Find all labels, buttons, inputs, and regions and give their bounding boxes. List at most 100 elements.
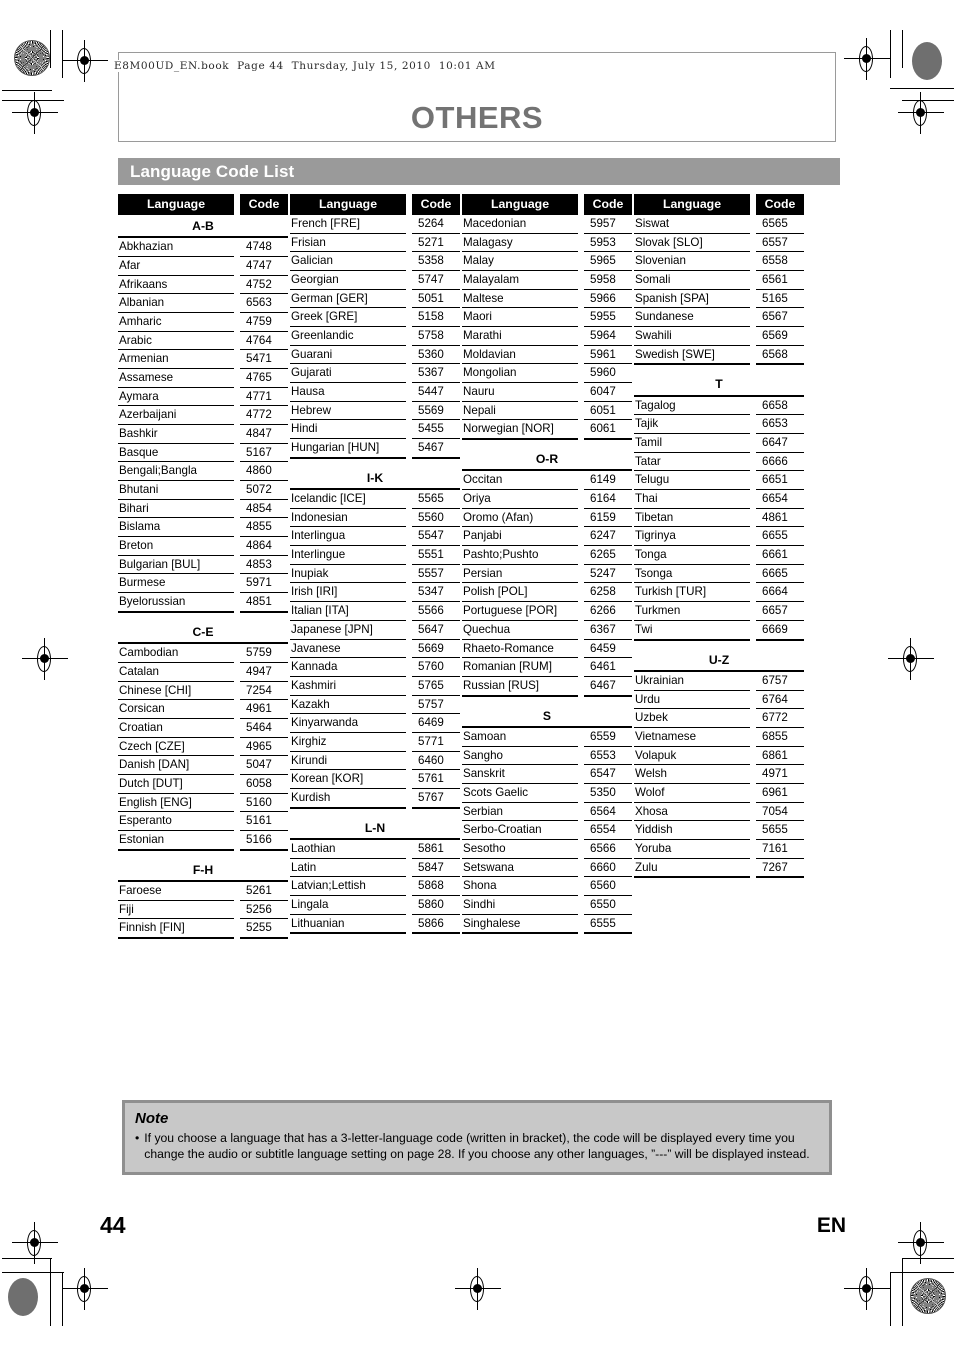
cell-code: 6655 (756, 526, 804, 547)
group-spacer (634, 364, 804, 374)
cell-code: 4965 (240, 737, 288, 757)
cell-code: 4765 (240, 368, 288, 388)
cell-language: Bengali;Bangla (118, 461, 234, 482)
table-row: Korean [KOR] 5761 (290, 769, 460, 789)
cell-code: 5264 (412, 215, 460, 234)
cell-language: Corsican (118, 699, 234, 719)
crop-mark-top-left-h1 (2, 90, 52, 91)
cell-code: 6651 (756, 470, 804, 491)
cell-code: 5047 (240, 755, 288, 775)
column-header-language: Language (634, 194, 750, 215)
crop-mark-bottom-right-v2 (902, 1258, 903, 1326)
table-row: Tigrinya 6655 (634, 526, 804, 547)
cell-language: Kirghiz (290, 732, 406, 752)
cell-language: Indonesian (290, 508, 406, 528)
cell-language: Hausa (290, 382, 406, 402)
cell-code: 7054 (756, 802, 804, 822)
cell-code: 6757 (756, 670, 804, 691)
cell-language: Swedish [SWE] (634, 345, 750, 366)
table-row: Yiddish 5655 (634, 820, 804, 840)
table-row: Telugu 6651 (634, 470, 804, 491)
cell-code: 5547 (412, 526, 460, 547)
table-row: Danish [DAN] 5047 (118, 755, 288, 775)
table-row: Turkish [TUR] 6664 (634, 582, 804, 603)
cell-code: 4855 (240, 517, 288, 538)
table-row: Samoan 6559 (462, 726, 632, 747)
cell-code: 5271 (412, 233, 460, 253)
cell-code: 6861 (756, 746, 804, 766)
cell-language: Faroese (118, 881, 234, 901)
cell-code: 4752 (240, 275, 288, 295)
table-row: Twi 6669 (634, 620, 804, 641)
cell-language: Swahili (634, 326, 750, 346)
group-spacer (462, 439, 632, 449)
table-row: Malay 5965 (462, 251, 632, 272)
cell-code: 5957 (584, 215, 632, 234)
table-row: Tibetan 4861 (634, 508, 804, 528)
cell-language: Romanian [RUM] (462, 657, 578, 677)
chapter-title: OTHERS (410, 100, 544, 135)
cell-code: 6565 (756, 215, 804, 234)
table-row: Hindi 5455 (290, 419, 460, 440)
table-row: Tatar 6666 (634, 452, 804, 472)
group-spacer-cell (118, 850, 288, 860)
cell-code: 4864 (240, 536, 288, 556)
group-spacer (118, 612, 288, 622)
cell-language: Gujarati (290, 363, 406, 384)
cell-code: 5655 (756, 820, 804, 840)
table-row: Kirghiz 5771 (290, 732, 460, 752)
cell-code: 6265 (584, 545, 632, 565)
cell-code: 4771 (240, 387, 288, 407)
cell-language: Irish [IRI] (290, 582, 406, 603)
cell-language: Marathi (462, 326, 578, 346)
crop-mark-top-left-v1 (50, 30, 51, 68)
cell-language: Greek [GRE] (290, 307, 406, 328)
table-row: Basque 5167 (118, 443, 288, 463)
table-row: Tsonga 6665 (634, 564, 804, 584)
cell-code: 6569 (756, 326, 804, 346)
table-row: Greek [GRE] 5158 (290, 307, 460, 328)
table-row: Sesotho 6566 (462, 839, 632, 859)
cell-language: Kirundi (290, 751, 406, 771)
cell-code: 5247 (584, 564, 632, 584)
crop-mark-top-left-v2 (62, 30, 63, 78)
cell-code: 6367 (584, 620, 632, 640)
group-spacer (462, 696, 632, 706)
table-row: Swahili 6569 (634, 326, 804, 346)
registration-crosshair-upper-right (898, 92, 944, 134)
cell-code: 6664 (756, 582, 804, 603)
language-column-3: Language Code Macedonian 5957 Malagasy 5953 Ma… (462, 194, 632, 939)
table-row: Inupiak 5557 (290, 564, 460, 584)
group-spacer (290, 458, 460, 468)
cell-language: Interlingue (290, 545, 406, 565)
cell-language: Kashmiri (290, 676, 406, 696)
cell-language: Turkish [TUR] (634, 582, 750, 603)
cell-language: Welsh (634, 764, 750, 784)
cell-language: Greenlandic (290, 326, 406, 346)
cell-language: Volapuk (634, 746, 750, 766)
crop-mark-top-left-h2 (2, 100, 64, 101)
table-row: Panjabi 6247 (462, 526, 632, 547)
table-header-row: Language Code (634, 194, 804, 215)
table-row: Guarani 5360 (290, 345, 460, 365)
cell-code: 6553 (584, 746, 632, 766)
table-row: Sundanese 6567 (634, 307, 804, 328)
table-row: Corsican 4961 (118, 699, 288, 719)
table-row: Bislama 4855 (118, 517, 288, 538)
cell-language: Korean [KOR] (290, 769, 406, 789)
table-row: Yoruba 7161 (634, 839, 804, 859)
group-label: L-N (290, 817, 460, 840)
table-row: Faroese 5261 (118, 881, 288, 901)
cell-language: Italian [ITA] (290, 601, 406, 621)
note-bullet-icon: • (135, 1131, 140, 1145)
table-row: Bhutani 5072 (118, 480, 288, 500)
cell-code: 6653 (756, 414, 804, 435)
table-row: French [FRE] 5264 (290, 215, 460, 234)
cell-language: Estonian (118, 830, 234, 851)
cell-language: Yiddish (634, 820, 750, 840)
cell-language: Spanish [SPA] (634, 289, 750, 309)
language-column-1: Language Code A-B Abkhazian 4748 Afar 4747 Afri… (118, 194, 288, 940)
cell-language: Japanese [JPN] (290, 620, 406, 640)
cell-code: 6657 (756, 601, 804, 621)
book-file-header: E8M00UD_EN.book Page 44 Thursday, July 1… (112, 60, 498, 72)
